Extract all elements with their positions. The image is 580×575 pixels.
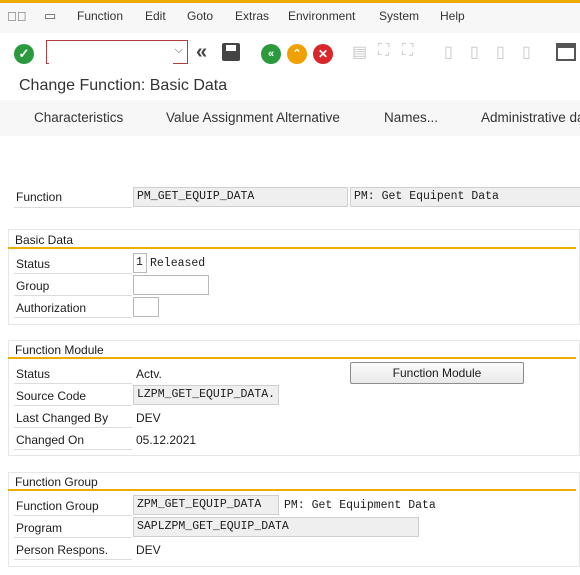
divider (14, 317, 132, 318)
function-group-description: PM: Get Equipment Data (284, 499, 436, 512)
divider (14, 207, 132, 208)
program-label: Program (16, 521, 63, 535)
source-code-field[interactable]: LZPM_GET_EQUIP_DATA. (133, 385, 279, 405)
menu-edit[interactable]: Edit (145, 9, 166, 23)
source-code-label: Source Code (16, 389, 87, 403)
basic-data-group (8, 229, 580, 325)
find-icon[interactable]: ⛶ (378, 42, 389, 60)
value-assignment-button[interactable]: Value Assignment Alternative (166, 110, 340, 125)
divider (14, 383, 132, 384)
find-next-icon[interactable]: ⛶ (402, 42, 413, 60)
divider (14, 273, 132, 274)
menu-function[interactable]: Function (77, 9, 123, 23)
print-icon[interactable]: ▤ (352, 42, 367, 62)
function-module-button[interactable]: Function Module (350, 362, 524, 384)
last-changed-by-value: DEV (136, 411, 161, 425)
fm-status-label: Status (16, 367, 51, 381)
names-button[interactable]: Names... (384, 110, 438, 125)
fm-status-value: Actv. (136, 367, 162, 381)
function-group-label: Function Group (16, 499, 99, 513)
function-name-field[interactable]: PM_GET_EQUIP_DATA (133, 187, 348, 207)
administrative-data-button[interactable]: Administrative da (481, 110, 580, 125)
enter-icon[interactable]: ✓ (14, 44, 34, 64)
menu-extras[interactable]: Extras (235, 9, 269, 23)
person-responsible-value: DEV (136, 543, 161, 557)
application-toolbar: Characteristics Value Assignment Alterna… (0, 100, 580, 136)
menu-system[interactable]: System (379, 9, 419, 23)
function-module-title: Function Module (15, 343, 104, 357)
menu-goto[interactable]: Goto (187, 9, 213, 23)
chevron-down-icon[interactable]: ⌵ (175, 44, 183, 57)
back-icon[interactable]: « (261, 44, 281, 64)
status-label: Status (16, 257, 51, 271)
divider (14, 427, 132, 428)
authorization-field[interactable] (133, 297, 159, 317)
divider (14, 449, 132, 450)
page-title: Change Function: Basic Data (19, 77, 228, 94)
menu-bar: ⊏⃞ ▭ Function Edit Goto Extras Environme… (0, 0, 580, 33)
function-group-underline (8, 489, 576, 491)
status-text: Released (150, 257, 206, 270)
function-label: Function (16, 190, 63, 204)
cancel-icon[interactable]: ✕ (313, 44, 333, 64)
changed-on-value: 05.12.2021 (136, 433, 197, 447)
basic-data-underline (8, 247, 576, 249)
first-page-icon[interactable]: ▯ (444, 42, 453, 62)
person-responsible-label: Person Respons. (16, 543, 109, 557)
next-page-icon[interactable]: ▯ (496, 42, 505, 62)
prev-page-icon[interactable]: ▯ (470, 42, 479, 62)
program-field[interactable]: SAPLZPM_GET_EQUIP_DATA (133, 517, 419, 537)
status-code-field[interactable]: 1 (133, 253, 147, 273)
divider (14, 537, 132, 538)
function-description-field[interactable]: PM: Get Equipent Data (350, 187, 580, 207)
function-module-underline (8, 357, 576, 359)
last-changed-by-label: Last Changed By (16, 411, 109, 425)
divider (14, 559, 132, 560)
changed-on-label: Changed On (16, 433, 85, 447)
command-field[interactable]: ⌵ (46, 40, 188, 64)
last-page-icon[interactable]: ▯ (522, 42, 531, 62)
basic-data-title: Basic Data (15, 233, 74, 247)
group-label: Group (16, 279, 50, 293)
layout-icon[interactable] (556, 43, 576, 61)
menu-environment[interactable]: Environment (288, 9, 355, 23)
back-arrows-icon[interactable]: « (196, 41, 207, 64)
system-menu-icon[interactable]: ▭ (44, 8, 56, 24)
function-group-field[interactable]: ZPM_GET_EQUIP_DATA (133, 495, 279, 515)
save-icon-slot (226, 45, 236, 51)
menu-help[interactable]: Help (440, 9, 465, 23)
divider (14, 405, 132, 406)
divider (14, 295, 132, 296)
sap-menu-icon[interactable]: ⊏⃞ (7, 9, 27, 24)
standard-toolbar: ✓ ⌵ « « ⌃ ✕ ▤ ⛶ ⛶ ▯ ▯ ▯ ▯ (0, 33, 580, 73)
divider (14, 515, 132, 516)
authorization-label: Authorization (16, 301, 87, 315)
group-field[interactable] (133, 275, 209, 295)
exit-icon[interactable]: ⌃ (287, 44, 307, 64)
characteristics-button[interactable]: Characteristics (34, 110, 123, 125)
function-group-title: Function Group (15, 475, 98, 489)
command-input[interactable] (49, 42, 173, 64)
